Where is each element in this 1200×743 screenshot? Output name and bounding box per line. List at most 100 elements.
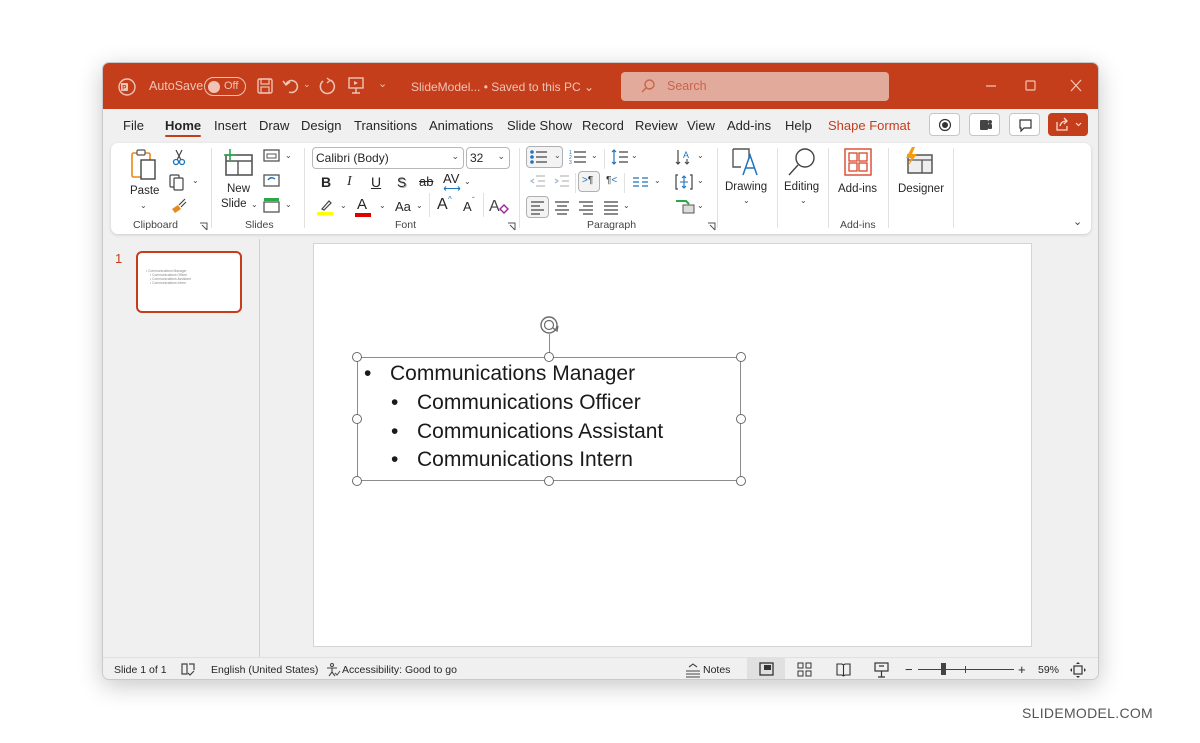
tab-file[interactable]: File [123, 118, 144, 133]
maximize-icon[interactable] [1018, 75, 1042, 97]
decrease-font-size-button[interactable]: A [463, 199, 472, 214]
bold-button[interactable]: B [321, 174, 331, 190]
resize-handle-top-right[interactable] [736, 352, 746, 362]
share-button[interactable] [1048, 113, 1088, 136]
tab-slide-show[interactable]: Slide Show [507, 118, 572, 133]
zoom-in-button[interactable]: + [1018, 662, 1026, 677]
new-slide-dropdown-icon[interactable]: ⌄ [251, 200, 258, 209]
cut-icon[interactable] [170, 148, 188, 166]
slide-sorter-icon[interactable] [797, 662, 812, 677]
justify-dropdown-icon[interactable]: ⌄ [623, 201, 630, 210]
right-to-left-icon[interactable]: ¶< [606, 175, 617, 186]
accessibility-status[interactable]: Accessibility: Good to go [342, 664, 457, 676]
numbering-icon[interactable]: 123 [568, 148, 588, 166]
teams-button[interactable] [969, 113, 1000, 136]
line-spacing-dropdown-icon[interactable]: ⌄ [631, 151, 638, 160]
bullet-item-level-1[interactable]: • Communications Manager [364, 362, 635, 386]
autosave-toggle[interactable]: Off [204, 77, 246, 96]
undo-icon[interactable] [281, 76, 301, 96]
editing-dropdown-icon[interactable]: ⌄ [800, 196, 807, 205]
tab-design[interactable]: Design [301, 118, 341, 133]
resize-handle-bottom-left[interactable] [352, 476, 362, 486]
highlight-dropdown-icon[interactable]: ⌄ [340, 201, 347, 210]
clear-formatting-icon[interactable]: A [488, 196, 510, 216]
align-text-icon[interactable] [674, 173, 694, 191]
add-ins-button-label[interactable]: Add-ins [838, 183, 877, 195]
editing-label[interactable]: Editing [784, 181, 819, 193]
font-launcher-icon[interactable] [507, 222, 516, 231]
add-ins-icon[interactable] [844, 148, 872, 176]
designer-icon[interactable] [902, 146, 934, 176]
columns-icon[interactable] [632, 175, 650, 189]
slide-thumbnail[interactable]: • Communications Manager • Communication… [136, 251, 242, 313]
zoom-out-button[interactable]: − [905, 662, 913, 677]
new-slide-label-1[interactable]: New [227, 183, 250, 195]
section-dropdown-icon[interactable]: ⌄ [285, 200, 292, 209]
change-case-button[interactable]: Aa [395, 199, 411, 214]
numbering-dropdown-icon[interactable]: ⌄ [591, 151, 598, 160]
underline-button[interactable]: U [371, 174, 381, 190]
document-title[interactable]: SlideModel... • Saved to this PC ⌄ [411, 80, 594, 94]
format-painter-icon[interactable] [169, 197, 189, 215]
convert-to-smartart-icon[interactable] [674, 197, 696, 215]
zoom-slider[interactable] [918, 663, 1014, 675]
drawing-shapes-icon[interactable] [731, 147, 761, 177]
resize-handle-bottom[interactable] [544, 476, 554, 486]
resize-handle-top-left[interactable] [352, 352, 362, 362]
paste-icon[interactable] [129, 148, 159, 182]
highlight-icon[interactable] [316, 198, 336, 216]
increase-font-size-button[interactable]: A [437, 196, 448, 214]
increase-indent-icon[interactable] [553, 173, 571, 189]
comments-button[interactable] [1009, 113, 1040, 136]
tab-help[interactable]: Help [785, 118, 812, 133]
collapse-ribbon-icon[interactable]: ⌄ [1073, 215, 1082, 228]
new-slide-icon[interactable] [222, 147, 254, 177]
font-color-dropdown-icon[interactable]: ⌄ [379, 201, 386, 210]
accessibility-icon[interactable] [325, 662, 341, 678]
change-case-dropdown-icon[interactable]: ⌄ [416, 201, 423, 210]
character-spacing-button[interactable]: AV [443, 171, 459, 186]
notes-button[interactable]: Notes [703, 664, 730, 676]
italic-button[interactable]: I [347, 174, 352, 190]
spelling-check-icon[interactable] [180, 662, 196, 677]
resize-handle-right[interactable] [736, 414, 746, 424]
bullet-item-level-2[interactable]: • Communications Intern [391, 448, 633, 472]
tab-home[interactable]: Home [165, 118, 202, 137]
align-text-dropdown-icon[interactable]: ⌄ [697, 176, 704, 185]
columns-dropdown-icon[interactable]: ⌄ [654, 176, 661, 185]
normal-view-button[interactable] [747, 658, 785, 679]
align-right-icon[interactable] [576, 197, 596, 217]
section-icon[interactable] [263, 197, 281, 213]
designer-label[interactable]: Designer [898, 183, 944, 195]
left-to-right-button[interactable]: >¶ [578, 171, 600, 192]
save-icon[interactable] [255, 76, 275, 96]
font-name-select[interactable]: Calibri (Body) ⌄ [312, 147, 464, 169]
smartart-dropdown-icon[interactable]: ⌄ [697, 201, 704, 210]
layout-icon[interactable] [263, 149, 281, 163]
justify-icon[interactable] [601, 197, 621, 217]
resize-handle-bottom-right[interactable] [736, 476, 746, 486]
paste-label[interactable]: Paste [130, 185, 159, 197]
new-slide-label-2[interactable]: Slide [221, 198, 247, 210]
language[interactable]: English (United States) [211, 664, 318, 676]
font-color-button[interactable]: A [357, 196, 367, 213]
undo-dropdown-icon[interactable]: ⌄ [303, 79, 311, 90]
tab-review[interactable]: Review [635, 118, 678, 133]
search-input[interactable]: Search [621, 72, 889, 101]
tab-shape-format[interactable]: Shape Format [828, 118, 910, 133]
editing-search-icon[interactable] [787, 147, 817, 177]
resize-handle-left[interactable] [352, 414, 362, 424]
line-spacing-icon[interactable] [610, 148, 630, 166]
strikethrough-button[interactable]: ab [419, 174, 433, 189]
tab-insert[interactable]: Insert [214, 118, 247, 133]
customize-toolbar-icon[interactable]: ⌄ [378, 77, 387, 90]
slide-show-icon[interactable] [874, 662, 889, 678]
record-button[interactable] [929, 113, 960, 136]
text-shadow-button[interactable]: S [397, 174, 406, 190]
reading-view-icon[interactable] [836, 662, 851, 677]
text-direction-icon[interactable]: A [674, 147, 694, 167]
copy-dropdown-icon[interactable]: ⌄ [192, 176, 199, 185]
copy-icon[interactable] [168, 173, 188, 191]
redo-icon[interactable] [317, 76, 337, 96]
reset-slide-icon[interactable] [263, 173, 281, 187]
